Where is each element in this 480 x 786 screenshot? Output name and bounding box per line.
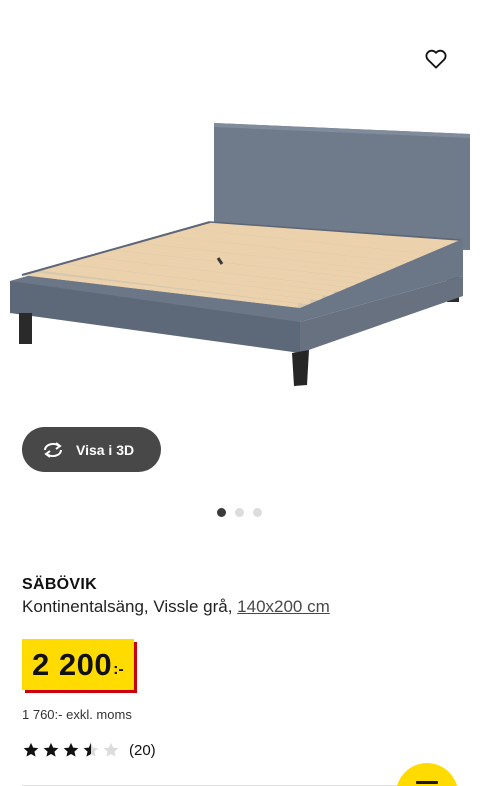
carousel-dot[interactable] [217,508,226,517]
rotate-arrows-icon [41,439,67,461]
rating-summary[interactable]: (20) [22,741,156,759]
heart-outline-icon [425,49,447,69]
product-description: Kontinentalsäng, Vissle grå, 140x200 cm [22,597,462,617]
product-description-text: Kontinentalsäng, Vissle grå, [22,597,238,616]
price-excl-vat: 1 760:- exkl. moms [22,707,132,722]
size-link[interactable]: 140x200 cm [237,597,330,616]
star-full-icon [23,742,39,757]
star-half-icon [83,742,99,757]
review-count[interactable]: (20) [129,742,156,759]
price-amount: 2 200 [32,647,113,682]
price-tag: 2 200 :- [22,639,134,690]
star-full-icon [43,742,59,757]
star-full-icon [63,742,79,757]
add-to-cart-button[interactable] [396,763,458,786]
product-gallery[interactable]: Visa i 3D [0,0,480,530]
favorite-button[interactable] [419,42,453,76]
product-image[interactable] [0,110,480,410]
view-in-3d-button[interactable]: Visa i 3D [22,427,161,472]
price-suffix: :- [113,661,124,678]
view-in-3d-label: Visa i 3D [76,441,135,458]
star-empty-icon [103,742,119,757]
rating-stars [22,741,120,759]
carousel-dot[interactable] [235,508,244,517]
cart-icon [416,781,438,784]
carousel-dots[interactable] [217,508,262,517]
product-name: SÄBÖVIK [22,576,97,593]
product-info: SÄBÖVIK Kontinentalsäng, Vissle grå, 140… [22,576,462,617]
carousel-dot[interactable] [253,508,262,517]
